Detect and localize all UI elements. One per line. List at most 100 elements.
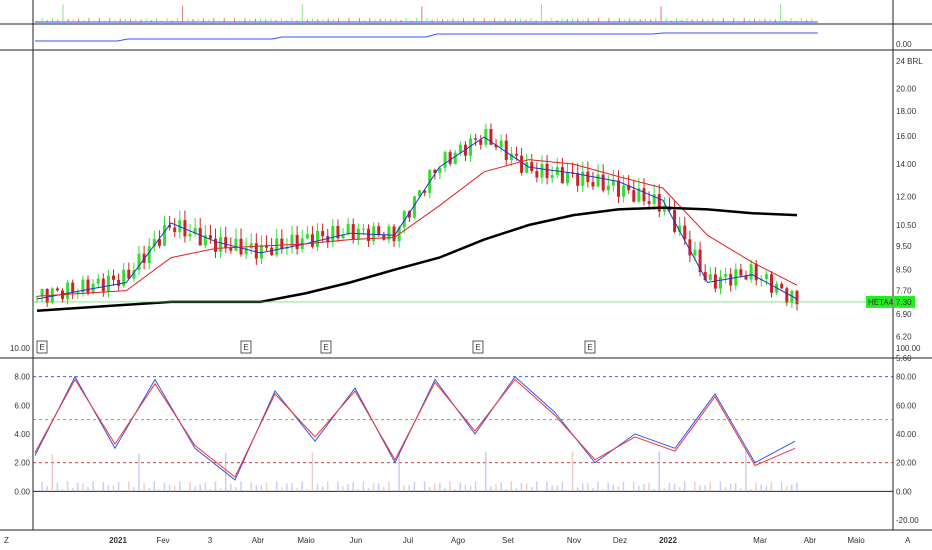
price-tick-label: 6.20 <box>896 332 912 341</box>
candle-body <box>66 282 70 299</box>
candle-body <box>606 185 610 191</box>
candle-body <box>367 228 371 242</box>
candle-body <box>280 238 284 249</box>
price-tick-label: 14.00 <box>896 160 917 169</box>
candle-body <box>520 155 524 173</box>
candle-body <box>453 152 457 164</box>
candle-body <box>275 238 279 256</box>
candle-body <box>290 234 294 248</box>
x-tick-label: 3 <box>208 536 213 545</box>
candle-body <box>101 278 105 292</box>
ma-long-line <box>36 206 798 313</box>
osc-right-tick-label: 80.00 <box>896 373 917 382</box>
last-price-tag: 7.30 <box>896 298 912 307</box>
candle-body <box>173 227 177 233</box>
osc-right-tick-label: -20.00 <box>896 516 919 525</box>
osc-left-tick-label: 8.00 <box>14 373 30 382</box>
candle-body <box>540 163 544 178</box>
candle-body <box>448 152 452 164</box>
candle-body <box>443 152 447 168</box>
candle-body <box>270 247 274 256</box>
price-tick-label: 20.00 <box>896 85 917 94</box>
price-tick-label: 10.50 <box>896 221 917 230</box>
x-tick-label: Dez <box>613 536 627 545</box>
event-marker-label: E <box>475 343 480 352</box>
x-tick-label: Maio <box>297 536 315 545</box>
candle-body <box>693 249 697 256</box>
candle-body <box>504 140 508 160</box>
candle-body <box>55 288 59 291</box>
candle-body <box>310 234 314 247</box>
candle-body <box>188 233 192 237</box>
candle-body <box>224 237 228 248</box>
x-tick-label: Jul <box>403 536 413 545</box>
x-tick-label: Abr <box>252 536 265 545</box>
x-tick-label: 2021 <box>109 536 127 545</box>
x-tick-label: Fev <box>156 536 169 545</box>
candle-body <box>652 194 656 204</box>
candle-body <box>474 138 478 140</box>
candle-body <box>40 288 44 297</box>
price-tick-label: 6.90 <box>896 310 912 319</box>
currency-label: 24 BRL <box>896 57 923 66</box>
osc-right-tick-label: 100.00 <box>896 344 921 353</box>
symbol-tag: HETA4 <box>868 298 894 307</box>
candle-body <box>259 245 263 259</box>
candle-body <box>163 225 167 246</box>
x-tick-label: Jun <box>350 536 363 545</box>
candle-body <box>576 173 580 186</box>
osc-left-tick-label: 2.00 <box>14 459 30 468</box>
candle-body <box>106 275 110 292</box>
candle-body <box>764 274 768 279</box>
candle-body <box>219 237 223 252</box>
candle-body <box>321 231 325 237</box>
candle-body <box>535 171 539 178</box>
price-tick-label: 7.70 <box>896 287 912 296</box>
price-tick-label: 16.00 <box>896 132 917 141</box>
candle-body <box>780 283 784 289</box>
candle-body <box>295 234 299 250</box>
candle-body <box>499 140 503 148</box>
top-line-2 <box>35 32 818 42</box>
candle-body <box>331 226 335 242</box>
candle-body <box>785 288 789 303</box>
candle-body <box>596 174 600 187</box>
event-marker-label: E <box>587 343 592 352</box>
candle-body <box>565 172 569 184</box>
candle-body <box>769 274 773 293</box>
candle-body <box>514 153 518 156</box>
event-marker-label: E <box>323 343 328 352</box>
chart-root: HETA4 7.30 E E E E E 0.00 20.00 18.00 16.00 14.00 1… <box>0 0 932 550</box>
candle-body <box>581 171 585 186</box>
candle-body <box>724 274 728 277</box>
candle-body <box>550 174 554 179</box>
candle-body <box>147 246 151 263</box>
ma-slow-line <box>36 159 798 297</box>
oscillator-panel <box>33 375 893 492</box>
candle-body <box>683 225 687 240</box>
candle-body <box>729 274 733 286</box>
candle-body <box>377 226 381 236</box>
price-tick-label: 12.00 <box>896 193 917 202</box>
osc-left-tick-label: 10.00 <box>10 344 31 353</box>
price-tick-label: 9.50 <box>896 242 912 251</box>
price-panel: HETA4 7.30 E E E E E <box>33 123 915 354</box>
candle-body <box>208 235 212 239</box>
candle-body <box>86 279 90 294</box>
candle-body <box>749 264 753 280</box>
x-tick-label: Nov <box>567 536 581 545</box>
candle-body <box>545 163 549 179</box>
candle-body <box>718 276 722 289</box>
candle-body <box>112 275 116 280</box>
candle-body <box>198 228 202 246</box>
price-tick-label: 18.00 <box>896 107 917 116</box>
candle-body <box>530 161 534 172</box>
ma-fast-line <box>36 136 798 300</box>
candle-body <box>586 171 590 182</box>
candle-body <box>254 243 258 259</box>
candle-body <box>96 278 100 284</box>
candle-body <box>591 181 595 187</box>
top-tick-label: 0.00 <box>896 40 912 49</box>
candle-body <box>458 144 462 153</box>
candle-body <box>622 185 626 197</box>
